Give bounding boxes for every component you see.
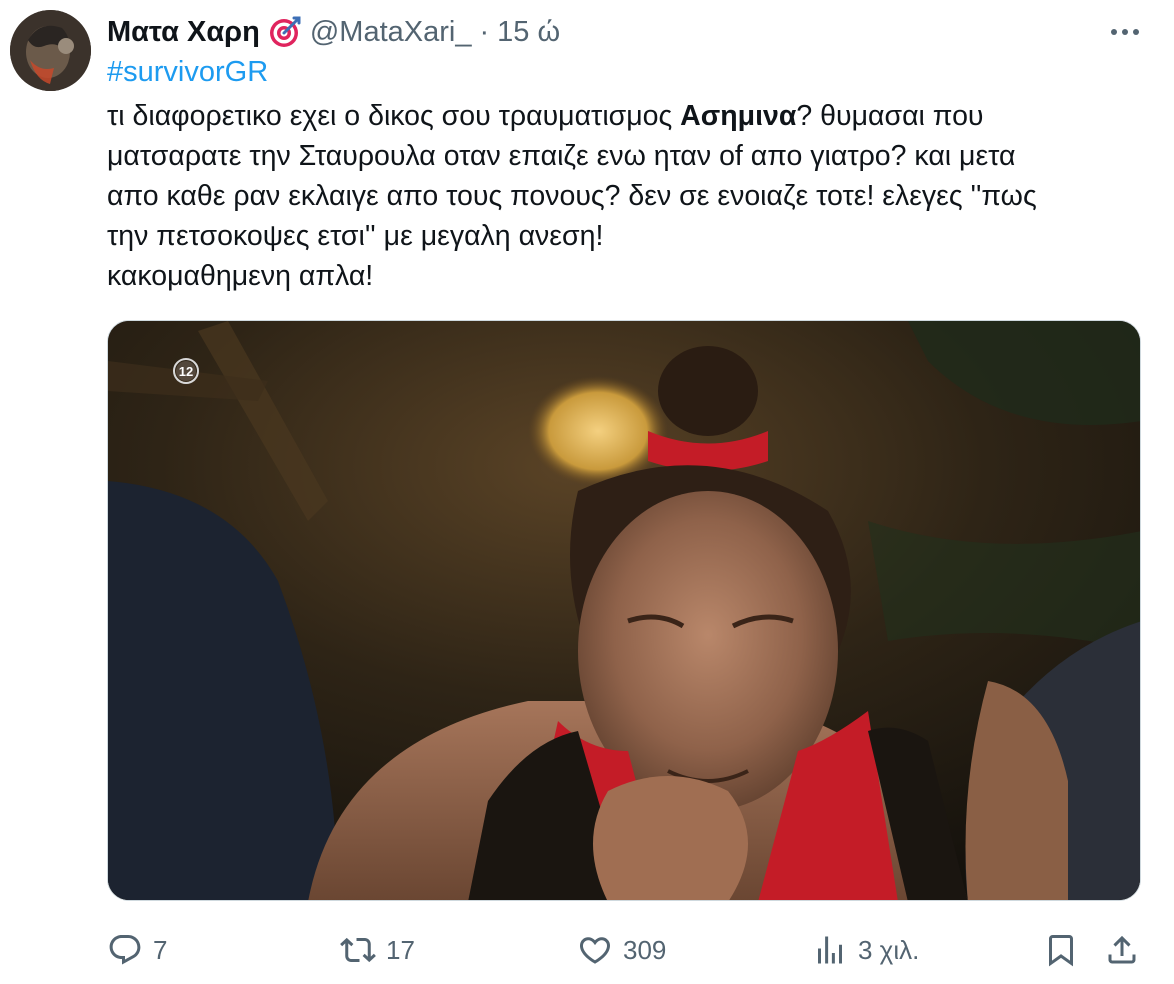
tweet-text-line: απο καθε ραν εκλαιγε απο τους πονους? δε… [107,180,1037,212]
tweet-time[interactable]: 15 ώ [497,16,560,49]
views-count: 3 χιλ. [858,934,920,965]
like-button[interactable]: 309 [577,928,666,972]
avatar-image [10,10,91,91]
more-options-button[interactable] [1110,20,1140,44]
tweet-actions: 7 17 309 3 χιλ. [107,928,1147,972]
more-icon [1111,29,1139,35]
like-count: 309 [623,934,667,965]
bold-name: Ασημινα [680,100,797,132]
retweet-button[interactable]: 17 [340,928,415,972]
bookmark-icon [1049,935,1073,967]
tweet: Ματα Χαρη @MataXari_ · 15 ώ #survivorGR … [0,0,1174,984]
tweet-text-line: ματσαρατε την Σταυρουλα οταν επαιζε ενω … [107,140,1016,172]
text-segment: ? θυμασαι που [796,100,984,132]
tweet-media-image[interactable]: 12 [107,320,1141,901]
target-icon [268,15,302,49]
retweet-count: 17 [386,934,415,965]
text-segment: τι διαφορετικο εχει ο δικος σου τραυματι… [107,100,681,132]
reply-count: 7 [153,934,168,965]
share-button[interactable] [1104,928,1140,972]
tweet-header: Ματα Χαρη @MataXari_ · 15 ώ [107,12,560,52]
views-button[interactable]: 3 χιλ. [812,928,919,972]
bookmark-button[interactable] [1043,928,1079,972]
avatar[interactable] [10,10,91,91]
tweet-text-line: τι διαφορετικο εχει ο δικος σου τραυματι… [107,96,1147,136]
hashtag-link[interactable]: #survivorGR [107,56,268,89]
heart-icon [579,937,611,964]
reply-icon [109,935,141,965]
tweet-text-line: την πετσοκοψες ετσι'' με μεγαλη ανεση! [107,220,604,252]
tweet-text: τι διαφορετικο εχει ο δικος σου τραυματι… [107,96,1147,296]
separator-dot: · [479,15,490,48]
views-icon [818,936,842,964]
share-icon [1108,935,1136,964]
author-handle[interactable]: @MataXari_ [310,16,472,49]
display-name[interactable]: Ματα Χαρη [107,16,260,49]
reply-button[interactable]: 7 [107,928,167,972]
media-photo: 12 [108,321,1140,900]
tweet-text-line: κακομαθημενη απλα! [107,260,374,292]
retweet-icon [340,937,376,963]
channel-logo-text: 12 [179,364,193,379]
